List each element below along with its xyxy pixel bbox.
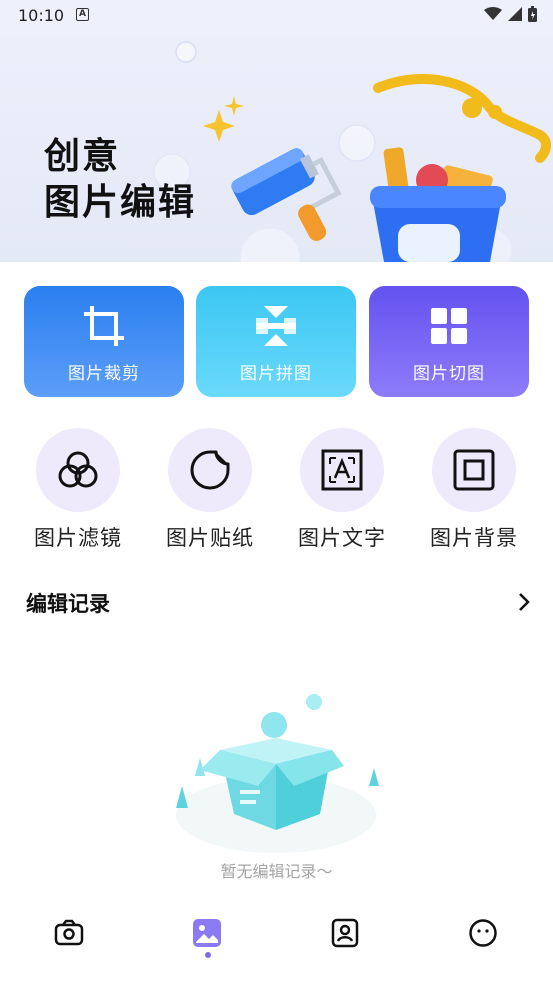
background-icon — [453, 449, 495, 491]
text-icon — [321, 449, 363, 491]
tile-collage-label: 图片拼图 — [240, 364, 312, 384]
tool-background[interactable]: 图片背景 — [408, 428, 540, 558]
bottom-nav — [0, 900, 553, 984]
hero-title-line2: 图片编辑 — [44, 182, 197, 223]
history-empty-state: 暂无编辑记录～ — [160, 690, 393, 890]
tool-filter[interactable]: 图片滤镜 — [12, 428, 144, 558]
tile-crop[interactable]: 图片裁剪 — [24, 286, 184, 397]
tool-background-circle — [432, 428, 516, 512]
tool-grid: 图片滤镜 图片贴纸 图片文字 图片背景 — [0, 428, 553, 558]
tool-text-label: 图片文字 — [298, 526, 386, 550]
empty-box-illustration — [176, 694, 379, 853]
empty-message: 暂无编辑记录～ — [220, 862, 333, 881]
tool-filter-label: 图片滤镜 — [34, 526, 122, 550]
tool-text[interactable]: 图片文字 — [276, 428, 408, 558]
crop-icon — [84, 306, 124, 346]
hero-title: 创意 图片编辑 — [44, 134, 196, 226]
tile-collage[interactable]: 图片拼图 — [196, 286, 356, 397]
grid-icon — [431, 308, 467, 344]
history-title: 编辑记录 — [26, 592, 110, 616]
status-time: 10:10 — [18, 6, 65, 25]
history-header[interactable]: 编辑记录 — [26, 588, 531, 618]
collage-icon — [256, 306, 296, 346]
tool-sticker-label: 图片贴纸 — [166, 526, 254, 550]
tool-sticker[interactable]: 图片贴纸 — [144, 428, 276, 558]
sticker-icon — [190, 450, 230, 490]
wifi-icon — [484, 7, 502, 20]
chevron-right-icon[interactable] — [517, 591, 531, 613]
battery-icon — [528, 6, 537, 22]
gallery-icon[interactable] — [192, 918, 222, 948]
active-tab-indicator — [205, 952, 211, 958]
tool-sticker-circle — [168, 428, 252, 512]
tool-filter-circle — [36, 428, 120, 512]
cellular-icon — [508, 7, 522, 21]
portrait-icon[interactable] — [330, 918, 360, 948]
filter-icon — [58, 451, 98, 488]
hero-banner: 创意 图片编辑 — [0, 0, 553, 262]
feature-tiles: 图片裁剪 图片拼图 图片切图 — [24, 286, 529, 397]
camera-icon[interactable] — [54, 918, 84, 948]
tool-text-circle — [300, 428, 384, 512]
tile-slice-label: 图片切图 — [413, 364, 485, 384]
tile-crop-label: 图片裁剪 — [68, 364, 140, 384]
tool-background-label: 图片背景 — [430, 526, 518, 550]
a-icon: A — [76, 8, 89, 21]
tile-slice[interactable]: 图片切图 — [369, 286, 529, 397]
status-bar: 10:10 A — [0, 0, 553, 30]
hero-title-line1: 创意 — [44, 136, 121, 177]
profile-icon[interactable] — [468, 918, 498, 948]
